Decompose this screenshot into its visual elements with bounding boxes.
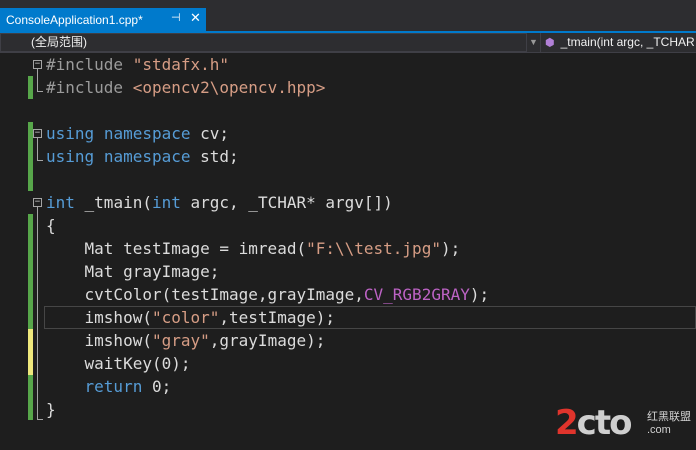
watermark-digit: 2 [555,403,579,443]
keyword: int [151,193,181,212]
unsaved-change-indicator [28,329,33,375]
watermark-domain: .com [647,424,671,436]
code-text: cvtColor(testImage,grayImage, [46,285,364,304]
code-text: std; [190,147,239,166]
string-literal: "F:\\test.jpg" [306,239,441,258]
collapse-icon[interactable]: − [33,129,42,138]
document-tab[interactable]: ConsoleApplication1.cpp* ⊣ ✕ [0,8,206,32]
change-indicator [28,76,33,99]
close-icon[interactable]: ✕ [190,10,201,26]
fold-end [37,91,43,92]
fold-line [37,138,38,160]
site-watermark: 2cto 红黑联盟 .com [555,403,695,447]
keyword: return [84,377,143,396]
code-text: 0; [142,377,172,396]
code-line: imshow("gray",grayImage); [46,329,326,352]
scope-label: (全局范围) [31,35,87,49]
collapse-icon[interactable]: − [33,60,42,69]
navigation-bar: (全局范围) ▼ ⬢ _tmain(int argc, _TCHAR [0,33,696,53]
code-line: cvtColor(testImage,grayImage,CV_RGB2GRAY… [46,283,490,306]
keyword: using [46,124,95,143]
code-line: return 0; [46,375,172,398]
code-text: ,grayImage); [209,331,326,350]
include-path: "stdafx.h" [132,55,230,74]
include-path: <opencv2\opencv.hpp> [132,78,326,97]
document-tab-bar: ConsoleApplication1.cpp* ⊣ ✕ [0,0,696,33]
keyword: namespace [103,124,191,143]
code-line: using namespace std; [46,145,239,168]
keyword: int [46,193,75,212]
watermark-cn: 红黑联盟 [647,411,691,423]
code-line: imshow("color",testImage); [46,306,335,329]
fold-line [37,69,38,91]
watermark-logo: 2cto [555,403,633,443]
code-line: { [46,216,56,235]
code-text: _tmain( [74,193,152,212]
fold-end [37,160,43,161]
scope-dropdown[interactable]: (全局范围) [0,33,527,52]
code-line: #include <opencv2\opencv.hpp> [46,76,325,99]
code-text: imshow( [46,331,152,350]
collapse-icon[interactable]: − [33,198,42,207]
code-line: Mat grayImage; [46,262,220,281]
member-label: _tmain(int argc, _TCHAR [560,35,695,49]
code-text: imshow( [46,308,152,327]
fold-end [37,419,43,420]
code-text: ); [440,239,461,258]
change-indicator [28,214,33,329]
code-line: Mat testImage = imread("F:\\test.jpg"); [46,237,461,260]
keyword: using [46,147,95,166]
macro: CV_RGB2GRAY [363,285,470,304]
fold-line [37,207,38,419]
change-indicator [28,375,33,420]
watermark-text: cto [576,403,633,443]
preprocessor-directive: #include [46,55,133,74]
string-literal: "gray" [151,331,210,350]
code-text: argc, _TCHAR* argv[]) [180,193,393,212]
pin-icon[interactable]: ⊣ [171,11,181,24]
code-line: int _tmain(int argc, _TCHAR* argv[]) [46,191,393,214]
code-line: waitKey(0); [46,354,191,373]
code-text: cv; [190,124,230,143]
member-dropdown[interactable]: ⬢ _tmain(int argc, _TCHAR [541,33,696,52]
code-editor[interactable]: − − − #include "stdafx.h" #include <open… [0,53,696,450]
tab-title: ConsoleApplication1.cpp* [6,13,143,27]
preprocessor-directive: #include [46,78,133,97]
code-line: using namespace cv; [46,122,229,145]
code-text: ,testImage); [219,308,335,327]
code-text: Mat testImage = imread( [46,239,307,258]
code-text: ); [469,285,490,304]
string-literal: "color" [151,308,220,327]
watermark-subtitle: 红黑联盟 .com [647,411,695,437]
chevron-down-icon[interactable]: ▼ [527,33,541,52]
function-icon: ⬢ [545,37,555,49]
keyword: namespace [103,147,191,166]
code-line: #include "stdafx.h" [46,53,229,76]
code-line: } [46,400,56,419]
